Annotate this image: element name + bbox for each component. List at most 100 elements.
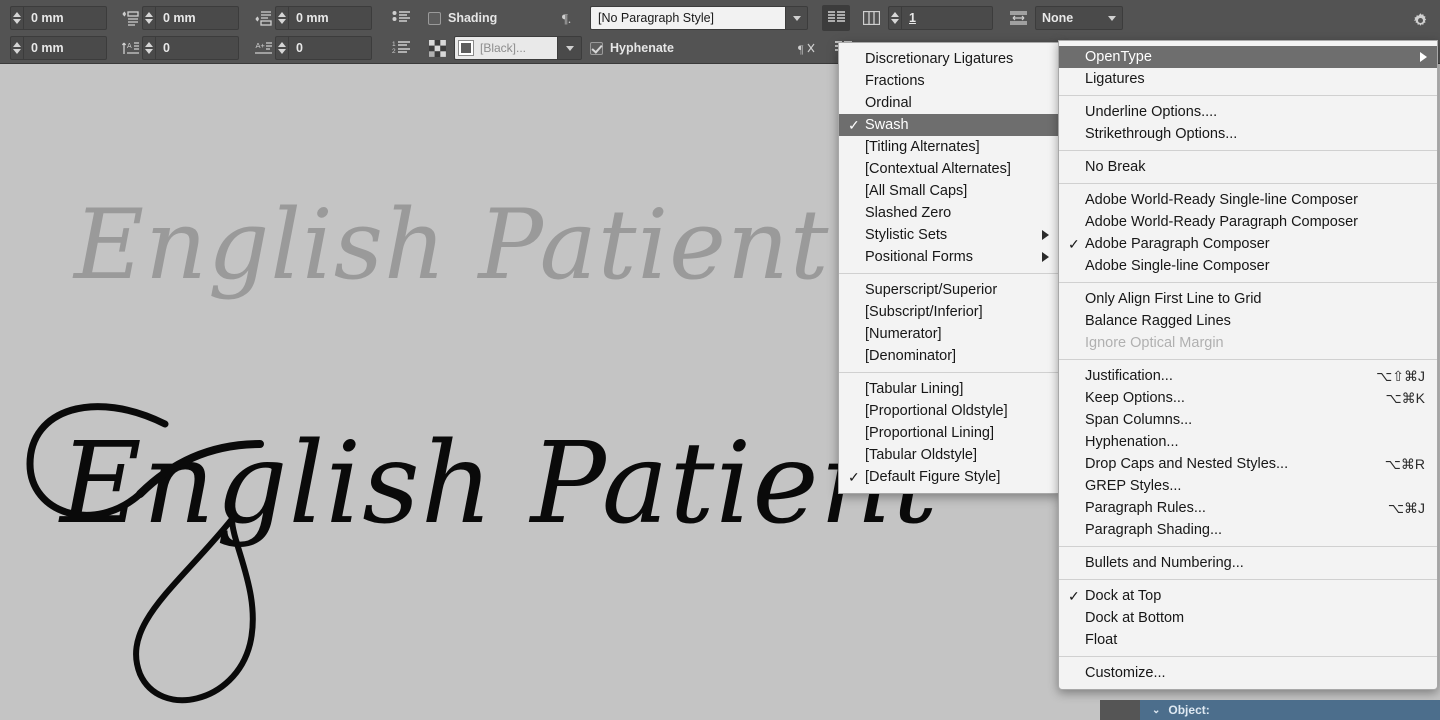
panelmenu-item-float[interactable]: Float: [1059, 629, 1437, 651]
object-status-bar[interactable]: ⌄ Object:: [1140, 700, 1440, 720]
drop-cap-field[interactable]: 0: [288, 36, 372, 60]
paragraph-style-field[interactable]: [No Paragraph Style]: [590, 6, 786, 30]
menu-separator: [1059, 95, 1437, 96]
menu-item-label: [All Small Caps]: [865, 183, 968, 199]
checkmark-icon: ✓: [848, 117, 860, 133]
panelmenu-item-justification[interactable]: Justification... ⌥⇧⌘J: [1059, 365, 1437, 387]
panelmenu-item-hyphenation[interactable]: Hyphenation...: [1059, 431, 1437, 453]
opentype-submenu[interactable]: Discretionary Ligatures Fractions Ordinal ✓…: [838, 42, 1060, 494]
left-indent-stepper[interactable]: [10, 6, 23, 30]
panelmenu-item-only-align-first-line-to-grid[interactable]: Only Align First Line to Grid: [1059, 288, 1437, 310]
panelmenu-item-ligatures[interactable]: Ligatures: [1059, 68, 1437, 90]
align-justify-button[interactable]: [822, 5, 850, 31]
span-columns-icon[interactable]: [1007, 8, 1029, 28]
shading-pattern-icon[interactable]: [426, 38, 448, 58]
panelmenu-item-strikethrough-options[interactable]: Strikethrough Options...: [1059, 123, 1437, 145]
hyphenate-checkbox[interactable]: [590, 41, 603, 55]
shading-checkbox[interactable]: [428, 11, 441, 25]
menu-separator: [1059, 183, 1437, 184]
span-columns-select[interactable]: None: [1035, 6, 1123, 30]
menu-item-label: Underline Options....: [1085, 104, 1218, 120]
opentype-item-discretionary-ligatures[interactable]: Discretionary Ligatures: [839, 48, 1059, 70]
first-line-indent-field[interactable]: 0 mm: [155, 6, 239, 30]
opentype-item-tabular-lining[interactable]: [Tabular Lining]: [839, 378, 1059, 400]
opentype-item-slashed-zero[interactable]: Slashed Zero: [839, 202, 1059, 224]
panelmenu-item-keep-options[interactable]: Keep Options... ⌥⌘K: [1059, 387, 1437, 409]
panelmenu-item-dock-at-bottom[interactable]: Dock at Bottom: [1059, 607, 1437, 629]
panelmenu-item-drop-caps-and-nested-styles[interactable]: Drop Caps and Nested Styles... ⌥⌘R: [1059, 453, 1437, 475]
panelmenu-item-adobe-paragraph-composer[interactable]: ✓ Adobe Paragraph Composer: [1059, 233, 1437, 255]
checkmark-icon: ✓: [848, 469, 860, 485]
space-before-group[interactable]: 0 mm: [253, 5, 372, 31]
bulleted-list-icon[interactable]: [390, 8, 412, 28]
svg-text:A: A: [127, 43, 132, 50]
shading-swatch-selector[interactable]: [Black]...: [454, 36, 558, 60]
opentype-item-numerator[interactable]: [Numerator]: [839, 323, 1059, 345]
opentype-item-proportional-oldstyle[interactable]: [Proportional Oldstyle]: [839, 400, 1059, 422]
opentype-item-default-figure-style[interactable]: ✓ [Default Figure Style]: [839, 466, 1059, 488]
panelmenu-item-adobe-world-ready-paragraph-composer[interactable]: Adobe World-Ready Paragraph Composer: [1059, 211, 1437, 233]
right-indent-group[interactable]: 0 mm: [10, 35, 107, 61]
panel-options-gear-icon[interactable]: [1408, 8, 1432, 32]
menu-item-label: Adobe Single-line Composer: [1085, 258, 1270, 274]
submenu-arrow-icon: [1042, 252, 1049, 262]
first-line-indent-group[interactable]: 0 mm: [120, 5, 239, 31]
opentype-item-fractions[interactable]: Fractions: [839, 70, 1059, 92]
panelmenu-item-adobe-world-ready-single-line-composer[interactable]: Adobe World-Ready Single-line Composer: [1059, 189, 1437, 211]
no-break-icon[interactable]: ¶: [796, 38, 818, 58]
opentype-item-swash[interactable]: ✓ Swash: [839, 114, 1059, 136]
column-count-field[interactable]: 1: [901, 6, 993, 30]
panelmenu-item-customize[interactable]: Customize...: [1059, 662, 1437, 684]
opentype-item-stylistic-sets[interactable]: Stylistic Sets: [839, 224, 1059, 246]
drop-cap-stepper[interactable]: [275, 36, 288, 60]
menu-item-label: Stylistic Sets: [865, 227, 948, 243]
space-after-stepper[interactable]: [142, 36, 155, 60]
drop-cap-group[interactable]: A+ 0: [253, 35, 372, 61]
status-bar-left-stub: [1100, 700, 1140, 720]
menu-item-shortcut: ⌥⌘J: [1387, 500, 1425, 516]
column-count-stepper[interactable]: [888, 6, 901, 30]
first-line-indent-stepper[interactable]: [142, 6, 155, 30]
opentype-item-titling-alternates[interactable]: [Titling Alternates]: [839, 136, 1059, 158]
menu-item-label: GREP Styles...: [1085, 478, 1182, 494]
panelmenu-item-paragraph-rules[interactable]: Paragraph Rules... ⌥⌘J: [1059, 497, 1437, 519]
shading-color-swatch: [458, 40, 474, 56]
menu-item-label: Dock at Bottom: [1085, 610, 1185, 626]
panelmenu-item-bullets-and-numbering[interactable]: Bullets and Numbering...: [1059, 552, 1437, 574]
opentype-item-contextual-alternates[interactable]: [Contextual Alternates]: [839, 158, 1059, 180]
menu-item-label: [Numerator]: [865, 326, 942, 342]
panelmenu-item-dock-at-top[interactable]: ✓ Dock at Top: [1059, 585, 1437, 607]
space-after-field[interactable]: 0: [155, 36, 239, 60]
opentype-item-subscript-inferior[interactable]: [Subscript/Inferior]: [839, 301, 1059, 323]
numbered-list-icon[interactable]: 12: [390, 38, 412, 58]
paragraph-panel-menu[interactable]: OpenType Ligatures Underline Options.... St…: [1058, 40, 1438, 690]
left-indent-group[interactable]: 0 mm: [10, 5, 107, 31]
opentype-item-proportional-lining[interactable]: [Proportional Lining]: [839, 422, 1059, 444]
panelmenu-item-adobe-single-line-composer[interactable]: Adobe Single-line Composer: [1059, 255, 1437, 277]
opentype-item-superscript-superior[interactable]: Superscript/Superior: [839, 279, 1059, 301]
panelmenu-item-paragraph-shading[interactable]: Paragraph Shading...: [1059, 519, 1437, 541]
panelmenu-item-opentype[interactable]: OpenType: [1059, 46, 1437, 68]
space-before-field[interactable]: 0 mm: [288, 6, 372, 30]
panelmenu-item-balance-ragged-lines[interactable]: Balance Ragged Lines: [1059, 310, 1437, 332]
panelmenu-item-underline-options[interactable]: Underline Options....: [1059, 101, 1437, 123]
space-after-group[interactable]: A 0: [120, 35, 239, 61]
right-indent-field[interactable]: 0 mm: [23, 36, 107, 60]
paragraph-style-dropdown[interactable]: [786, 6, 808, 30]
panelmenu-item-grep-styles[interactable]: GREP Styles...: [1059, 475, 1437, 497]
opentype-item-positional-forms[interactable]: Positional Forms: [839, 246, 1059, 268]
right-indent-stepper[interactable]: [10, 36, 23, 60]
checkmark-icon: ✓: [1068, 236, 1080, 252]
panelmenu-item-span-columns[interactable]: Span Columns...: [1059, 409, 1437, 431]
menu-separator: [1059, 656, 1437, 657]
chevron-down-icon[interactable]: ⌄: [1152, 705, 1160, 716]
opentype-item-denominator[interactable]: [Denominator]: [839, 345, 1059, 367]
opentype-item-all-small-caps[interactable]: [All Small Caps]: [839, 180, 1059, 202]
space-before-stepper[interactable]: [275, 6, 288, 30]
opentype-item-ordinal[interactable]: Ordinal: [839, 92, 1059, 114]
left-indent-field[interactable]: 0 mm: [23, 6, 107, 30]
panelmenu-item-no-break[interactable]: No Break: [1059, 156, 1437, 178]
columns-icon[interactable]: [860, 8, 882, 28]
opentype-item-tabular-oldstyle[interactable]: [Tabular Oldstyle]: [839, 444, 1059, 466]
menu-item-label: Ordinal: [865, 95, 912, 111]
